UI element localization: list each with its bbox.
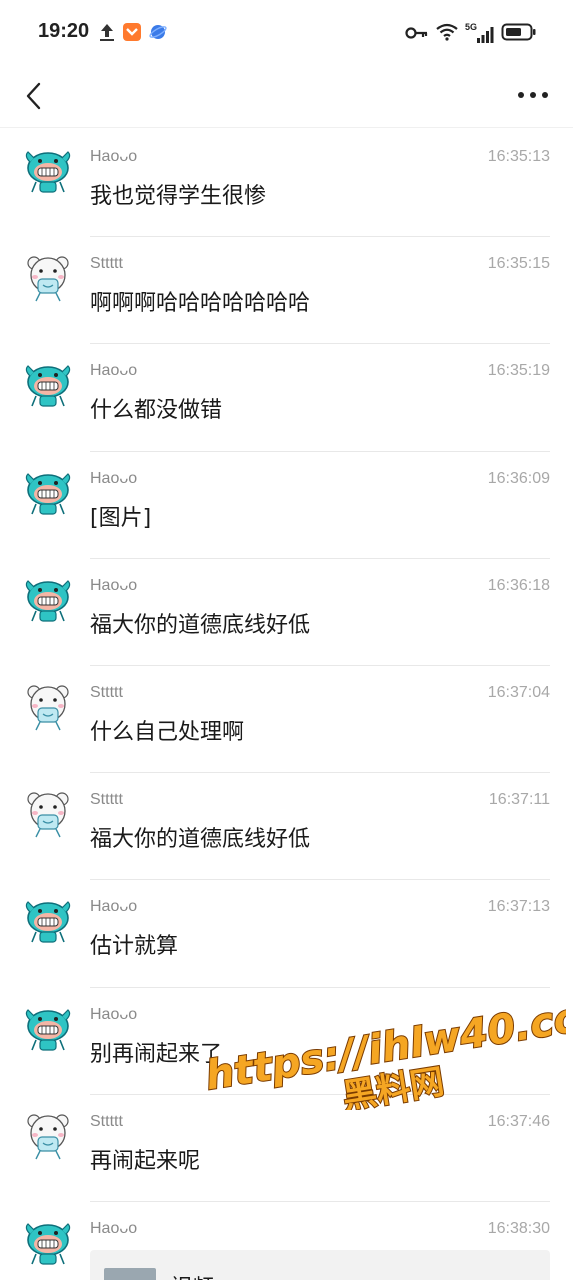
message-time: 16:38:30 (487, 1219, 550, 1237)
nav-bar (0, 66, 573, 128)
message-text: 什么自己处理啊 (90, 719, 245, 745)
more-options-button[interactable] (513, 80, 553, 110)
message-item[interactable]: Haoᴗo 16:38:30 视频 (0, 1202, 573, 1280)
message-text: 什么都没做错 (90, 398, 223, 424)
avatar[interactable] (22, 360, 74, 412)
avatar[interactable] (22, 1111, 74, 1163)
message-item[interactable]: Haoᴗo 16:36:09 [图片] (0, 452, 573, 559)
avatar[interactable] (22, 789, 74, 841)
avatar[interactable] (22, 253, 74, 305)
sender-name: Sttttt (90, 255, 123, 273)
avatar[interactable] (22, 1218, 74, 1270)
message-item[interactable]: Haoᴗo 16:35:19 什么都没做错 (0, 344, 573, 452)
sender-name: Haoᴗo (90, 362, 138, 380)
message-text: 别再闹起来了 (90, 1041, 223, 1067)
message-item[interactable]: Sttttt 16:37:11 福大你的道德底线好低 (0, 773, 573, 881)
message-time: 16:35:19 (487, 362, 550, 380)
sender-name: Sttttt (90, 683, 123, 701)
video-thumbnail (104, 1267, 156, 1280)
chevron-left-icon (26, 82, 41, 110)
avatar[interactable] (22, 896, 74, 948)
message-text: 福大你的道德底线好低 (90, 827, 311, 853)
message-item[interactable]: Sttttt 16:37:46 再闹起来呢 (0, 1095, 573, 1202)
battery-icon (501, 22, 537, 46)
message-time: 16:35:15 (487, 255, 550, 273)
message-time: 16:37:13 (487, 898, 550, 916)
video-attachment[interactable]: 视频 (90, 1249, 550, 1280)
sender-name: Haoᴗo (90, 898, 138, 916)
message-item[interactable]: Sttttt 16:37:04 什么自己处理啊 (0, 666, 573, 774)
sender-name: Sttttt (90, 1112, 123, 1130)
more-horizontal-icon (518, 92, 548, 98)
wifi-icon (435, 23, 459, 45)
message-time: 16:36:18 (487, 576, 550, 594)
message-text: 啊啊啊哈哈哈哈哈哈哈 (90, 291, 311, 317)
message-list[interactable]: Haoᴗo 16:35:13 我也觉得学生很惨 Sttttt 16:35:15 … (0, 130, 573, 1280)
message-text: 估计就算 (90, 934, 179, 960)
status-bar: 19:20 5G (0, 0, 573, 66)
sender-name: Sttttt (90, 791, 123, 809)
shield-app-icon (122, 22, 142, 46)
back-button[interactable] (14, 76, 54, 116)
avatar[interactable] (22, 146, 74, 198)
sender-name: Haoᴗo (90, 1005, 138, 1023)
message-time: 16:37:11 (488, 791, 550, 809)
message-time: 16:37:04 (487, 683, 550, 701)
message-text: 我也觉得学生很惨 (90, 184, 267, 209)
message-item[interactable]: Haoᴗo 别再闹起来了 (0, 988, 573, 1095)
avatar[interactable] (22, 468, 74, 520)
message-item[interactable]: Haoᴗo 16:36:18 福大你的道德底线好低 (0, 559, 573, 666)
message-text: 福大你的道德底线好低 (90, 612, 311, 638)
sender-name: Haoᴗo (90, 469, 138, 487)
message-text: [图片] (90, 505, 152, 531)
message-time: 16:35:13 (487, 148, 550, 165)
status-time: 19:20 (38, 20, 90, 42)
message-time: 16:36:09 (487, 469, 550, 487)
message-time: 16:37:46 (487, 1112, 550, 1130)
sender-name: Haoᴗo (90, 576, 138, 594)
message-text: 再闹起来呢 (90, 1148, 201, 1174)
avatar[interactable] (22, 682, 74, 734)
key-icon (405, 25, 429, 44)
video-label: 视频 (170, 1270, 214, 1280)
message-item[interactable]: Sttttt 16:35:15 啊啊啊哈哈哈哈哈哈哈 (0, 237, 573, 345)
upload-icon (98, 22, 116, 46)
browser-app-icon (148, 22, 168, 46)
avatar[interactable] (22, 1004, 74, 1056)
sender-name: Haoᴗo (90, 148, 138, 165)
message-item[interactable]: Haoᴗo 16:37:13 估计就算 (0, 880, 573, 988)
message-item[interactable]: Haoᴗo 16:35:13 我也觉得学生很惨 (0, 130, 573, 238)
cellular-signal-icon: 5G (465, 22, 495, 44)
sender-name: Haoᴗo (90, 1219, 138, 1237)
avatar[interactable] (22, 575, 74, 627)
